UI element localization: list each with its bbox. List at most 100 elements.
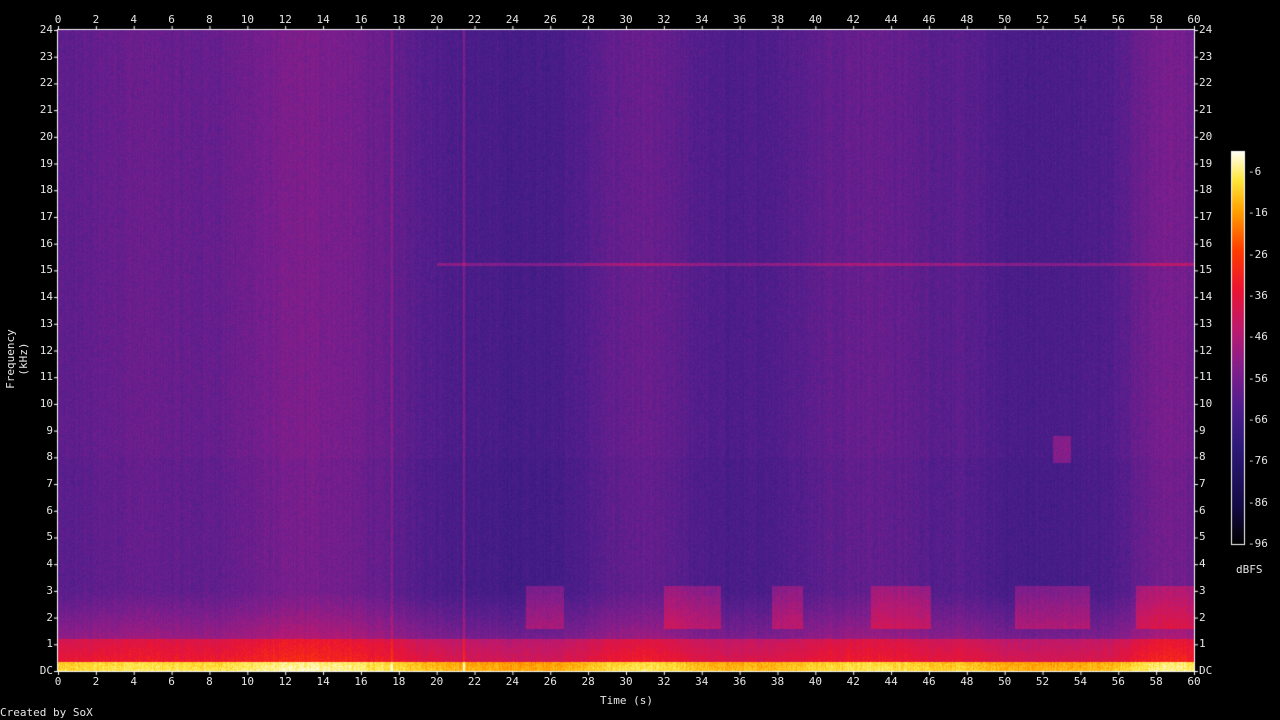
x-tick-label-top: 42 — [846, 13, 860, 26]
y-tick-label-right: 15 — [1199, 263, 1213, 277]
x-tick-label-bottom: 32 — [657, 675, 671, 688]
y-tick-label-left: 3 — [46, 583, 54, 597]
x-tick-label-bottom: 44 — [884, 675, 898, 688]
x-tick-label-top: 16 — [354, 13, 368, 26]
y-tick-label-left: 9 — [46, 423, 54, 437]
x-tick-label-top: 30 — [619, 13, 633, 26]
y-tick-label-right: 1 — [1199, 637, 1206, 651]
colorbar-tick-label: -56 — [1248, 371, 1268, 385]
x-tick-label-bottom: 22 — [467, 675, 482, 688]
x-tick-label-top: 28 — [581, 13, 595, 26]
y-tick-label-right: 20 — [1199, 129, 1213, 143]
y-tick-label-right: 5 — [1199, 530, 1206, 544]
spectrogram-plot — [0, 0, 1280, 720]
colorbar-tick-label: -26 — [1248, 247, 1268, 261]
x-tick-label-top: 14 — [316, 13, 330, 26]
x-tick-label-top: 18 — [392, 13, 406, 26]
y-tick-label-right: 2 — [1199, 610, 1206, 624]
y-tick-label-left: DC — [39, 664, 54, 677]
y-tick-label-left: 18 — [39, 183, 54, 197]
x-tick-label-bottom: 60 — [1187, 675, 1201, 688]
x-tick-label-bottom: 30 — [619, 675, 633, 688]
y-tick-label-right: 19 — [1199, 156, 1213, 170]
y-tick-label-left: 5 — [46, 530, 54, 544]
x-tick-label-top: 32 — [657, 13, 671, 26]
colorbar-tick-label: -96 — [1248, 537, 1268, 550]
y-tick-label-right: 21 — [1199, 103, 1213, 117]
x-tick-label-top: 58 — [1149, 13, 1163, 26]
x-tick-label-top: 52 — [1035, 13, 1050, 26]
y-tick-label-right: 8 — [1199, 450, 1206, 464]
y-tick-label-left: 1 — [46, 637, 54, 651]
y-tick-label-right: 10 — [1199, 396, 1213, 410]
x-tick-label-bottom: 18 — [392, 675, 406, 688]
x-tick-label-bottom: 20 — [430, 675, 444, 688]
y-tick-label-right: 23 — [1199, 49, 1213, 63]
colorbar-tick-label: -36 — [1248, 289, 1268, 302]
y-tick-label-left: 7 — [46, 477, 54, 491]
x-tick-label-bottom: 2 — [92, 675, 100, 688]
y-tick-label-right: 11 — [1199, 370, 1213, 384]
x-tick-label-top: 34 — [695, 13, 709, 26]
x-axis-label: Time (s) — [600, 694, 653, 707]
credit-text: Created by SoX — [0, 706, 93, 719]
x-tick-label-bottom: 56 — [1111, 675, 1125, 688]
y-tick-label-right: 6 — [1199, 503, 1206, 517]
x-tick-label-bottom: 16 — [354, 675, 368, 688]
x-tick-label-top: 26 — [543, 13, 557, 26]
colorbar-tick-label: -46 — [1248, 330, 1268, 344]
colorbar-tick-label: -16 — [1248, 206, 1268, 220]
y-tick-label-right: 13 — [1199, 316, 1213, 330]
y-tick-label-left: 17 — [39, 209, 54, 223]
x-tick-label-top: 56 — [1111, 13, 1125, 26]
y-tick-label-left: 8 — [46, 450, 54, 464]
colorbar-tick-label: -86 — [1248, 495, 1268, 509]
x-tick-label-top: 24 — [505, 13, 520, 26]
x-tick-label-top: 0 — [54, 13, 62, 26]
x-tick-label-top: 10 — [240, 13, 254, 26]
x-tick-label-bottom: 0 — [54, 675, 62, 688]
y-tick-label-right: DC — [1199, 664, 1213, 677]
y-tick-label-left: 12 — [39, 343, 54, 357]
y-tick-label-left: 24 — [39, 23, 54, 36]
y-tick-label-left: 10 — [39, 396, 54, 410]
colorbar-tick-label: -76 — [1248, 454, 1268, 468]
x-tick-label-bottom: 6 — [168, 675, 175, 688]
x-tick-label-top: 20 — [430, 13, 444, 26]
y-tick-label-left: 23 — [39, 49, 54, 63]
x-tick-label-bottom: 54 — [1073, 675, 1088, 688]
x-tick-label-bottom: 24 — [505, 675, 520, 688]
y-tick-label-left: 13 — [39, 316, 54, 330]
y-tick-label-right: 17 — [1199, 209, 1213, 223]
y-tick-label-left: 4 — [46, 557, 54, 571]
x-tick-label-bottom: 58 — [1149, 675, 1163, 688]
x-tick-label-bottom: 52 — [1035, 675, 1050, 688]
colorbar-tick-label: -6 — [1248, 165, 1262, 178]
y-tick-label-right: 24 — [1199, 23, 1213, 36]
x-tick-label-top: 44 — [884, 13, 898, 26]
x-tick-label-bottom: 4 — [130, 675, 138, 688]
y-tick-label-left: 22 — [39, 76, 54, 90]
x-tick-label-top: 8 — [206, 13, 213, 26]
x-tick-label-bottom: 14 — [316, 675, 330, 688]
x-tick-label-bottom: 42 — [846, 675, 860, 688]
y-tick-label-right: 3 — [1199, 583, 1206, 597]
y-tick-label-left: 20 — [39, 129, 54, 143]
x-tick-label-top: 36 — [733, 13, 747, 26]
x-tick-label-bottom: 38 — [770, 675, 785, 688]
y-tick-label-left: 21 — [39, 103, 54, 117]
x-tick-label-top: 2 — [92, 13, 100, 26]
x-tick-label-bottom: 48 — [960, 675, 974, 688]
y-tick-label-left: 14 — [39, 290, 54, 304]
x-tick-label-bottom: 36 — [733, 675, 747, 688]
x-tick-label-bottom: 26 — [543, 675, 557, 688]
y-tick-label-right: 18 — [1199, 183, 1213, 197]
y-tick-label-right: 22 — [1199, 76, 1213, 90]
x-tick-label-bottom: 46 — [922, 675, 936, 688]
y-tick-label-right: 7 — [1199, 477, 1206, 491]
y-axis-label: Frequency (kHz) — [4, 329, 30, 389]
x-tick-label-bottom: 12 — [278, 675, 292, 688]
x-tick-label-bottom: 34 — [695, 675, 709, 688]
y-tick-label-left: 11 — [39, 370, 54, 384]
y-tick-label-right: 14 — [1199, 290, 1213, 304]
